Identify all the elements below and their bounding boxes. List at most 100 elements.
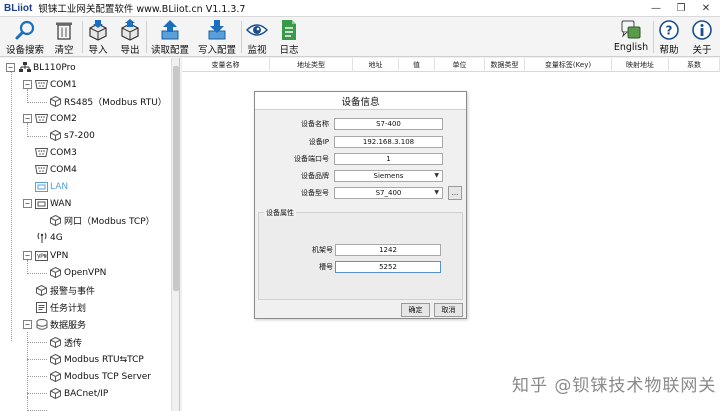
device-ip-input[interactable]: 192.168.3.108 [334, 136, 443, 148]
tree-node-rs485[interactable]: RS485（Modbus RTU） [49, 93, 167, 110]
tree-label: RS485（Modbus RTU） [64, 98, 167, 108]
tree-node-lan[interactable]: LAN [35, 178, 68, 195]
column-header[interactable]: 数据类型 [485, 58, 525, 72]
about-button[interactable]: 关于 [689, 18, 715, 56]
tree-node-root[interactable]: − BL110Pro [6, 59, 76, 76]
app-logo: BLiiot [4, 2, 33, 14]
column-header[interactable]: 变量标签(Key) [525, 58, 612, 72]
column-header[interactable]: 单位 [435, 58, 485, 72]
column-header[interactable]: 地址类型 [270, 58, 353, 72]
collapse-toggle[interactable]: − [23, 199, 32, 208]
tree-label: COM4 [50, 164, 77, 175]
device-info-dialog: 设备信息 设备名称 S7-400 设备IP 192.168.3.108 设备端口… [254, 91, 467, 319]
import-button[interactable]: 导入 [85, 18, 111, 56]
tree-node-s7-200[interactable]: s7-200 [49, 127, 95, 144]
tree-line [27, 136, 47, 137]
device-model-select[interactable]: S7_400 ▼ [334, 187, 443, 199]
tree-node-com4[interactable]: COM4 [35, 161, 77, 178]
dropdown-arrow-icon: ▼ [434, 189, 439, 196]
browse-button[interactable]: ... [448, 186, 462, 200]
eye-icon [246, 19, 268, 41]
device-brand-label: 设备品牌 [301, 172, 329, 180]
tree-node-bacnet[interactable]: BACnet/IP [49, 385, 108, 402]
device-port-label: 设备端口号 [294, 155, 329, 163]
column-header[interactable]: 值 [399, 58, 435, 72]
device-port-input[interactable]: 1 [334, 153, 443, 165]
tree-node-com3[interactable]: COM3 [35, 144, 77, 161]
tree-label: 数据服务 [50, 321, 87, 331]
device-tree-panel: − BL110Pro − COM1 RS485（Modbus RTU） − CO… [0, 58, 180, 411]
tree-node-openvpn[interactable]: OpenVPN [49, 264, 106, 281]
device-search-button[interactable]: 设备搜索 [4, 18, 46, 56]
tree-node-data-service[interactable]: − 数据服务 [23, 316, 86, 333]
export-button[interactable]: 导出 [117, 18, 143, 56]
help-button[interactable]: ? 帮助 [656, 18, 682, 56]
monitor-label: 监视 [247, 45, 267, 56]
device-icon [49, 371, 62, 382]
tree-label: 任务计划 [50, 304, 87, 314]
close-button[interactable]: ✕ [694, 0, 718, 17]
download-icon [206, 19, 228, 41]
dialog-title: 设备信息 [255, 92, 466, 110]
column-header[interactable]: 系数 [669, 58, 720, 72]
tree-line [11, 72, 12, 341]
tree-scrollbar[interactable] [171, 58, 179, 411]
device-icon [49, 337, 62, 348]
help-icon: ? [658, 19, 680, 41]
ok-button[interactable]: 确定 [401, 303, 430, 317]
import-label: 导入 [88, 45, 108, 56]
collapse-toggle[interactable]: − [23, 80, 32, 89]
device-brand-select[interactable]: Siemens ▼ [334, 170, 443, 182]
device-icon [49, 96, 62, 107]
column-header[interactable]: 映射地址 [612, 58, 669, 72]
tree-node-wan[interactable]: − WAN [23, 195, 71, 212]
write-config-button[interactable]: 写入配置 [196, 18, 238, 56]
tree-node-vpn[interactable]: − VPN [23, 247, 68, 264]
column-header[interactable]: 变量名称 [182, 58, 270, 72]
tree-label: COM1 [50, 79, 77, 90]
tree-node-4g[interactable]: 4G [35, 229, 63, 246]
upload-icon [159, 19, 181, 41]
tree-label: 报警与事件 [50, 287, 96, 297]
english-button[interactable]: English [612, 18, 650, 56]
tree-node-task[interactable]: 任务计划 [35, 299, 86, 316]
title-bar: BLiiot 钡铼工业网关配置软件 www.BLiiot.cn V1.1.3.7… [0, 0, 720, 17]
tree-node-wan-modbus-tcp[interactable]: 网口（Modbus TCP） [49, 212, 155, 229]
read-config-button[interactable]: 读取配置 [149, 18, 191, 56]
clear-button[interactable]: 清空 [50, 18, 78, 56]
slot-label: 槽号 [319, 263, 333, 271]
toolbar: 设备搜索 清空 导入 导出 读取配置 写入配置 监视 日志 English ? … [0, 17, 720, 57]
language-icon [620, 19, 642, 41]
rack-input[interactable]: 1242 [335, 244, 441, 256]
ethernet-port-icon [35, 198, 48, 209]
minimize-icon: — [651, 3, 661, 14]
device-name-input[interactable]: S7-400 [334, 118, 443, 130]
export-icon [119, 19, 141, 41]
restore-button[interactable]: ❐ [669, 0, 693, 17]
log-button[interactable]: 日志 [276, 18, 302, 56]
dropdown-arrow-icon: ▼ [434, 172, 439, 179]
tree-node-com2[interactable]: − COM2 [23, 110, 77, 127]
tree-line [27, 332, 28, 411]
slot-input[interactable]: 5252 [335, 261, 441, 273]
cancel-button[interactable]: 取消 [434, 303, 463, 317]
group-title: 设备属性 [264, 208, 296, 218]
monitor-button[interactable]: 监视 [244, 18, 270, 56]
minimize-button[interactable]: — [644, 0, 668, 17]
collapse-toggle[interactable]: − [23, 320, 32, 329]
rack-label: 机架号 [312, 246, 333, 254]
tree-node-com1[interactable]: − COM1 [23, 76, 77, 93]
network-icon [18, 62, 31, 73]
column-header[interactable]: 地址 [353, 58, 399, 72]
serial-port-icon [35, 113, 48, 124]
tree-node-rtu-tcp[interactable]: Modbus RTU⇆TCP [49, 351, 144, 368]
tree-node-tcp-server[interactable]: Modbus TCP Server [49, 368, 151, 385]
scrollbar-thumb[interactable] [173, 66, 179, 291]
collapse-toggle[interactable]: − [23, 114, 32, 123]
tree-node-passthrough[interactable]: 透传 [49, 334, 82, 351]
tree-node-alarm[interactable]: 报警与事件 [35, 282, 95, 299]
tree-line [27, 273, 47, 274]
help-label: 帮助 [659, 45, 679, 56]
collapse-toggle[interactable]: − [23, 251, 32, 260]
collapse-toggle[interactable]: − [6, 63, 15, 72]
